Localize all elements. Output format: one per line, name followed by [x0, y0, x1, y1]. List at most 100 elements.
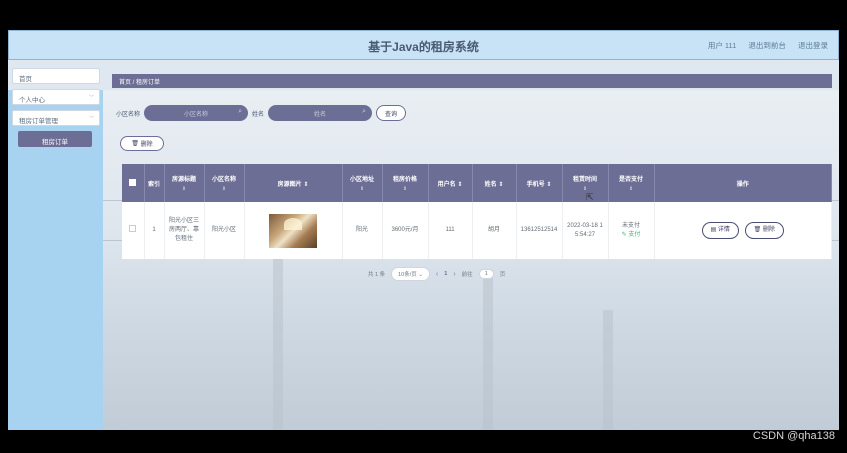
current-page[interactable]: 1	[444, 271, 447, 277]
column-label: 租赁时间	[572, 177, 597, 183]
pay-label: 支付	[628, 231, 641, 238]
column-header: 索引	[144, 164, 165, 202]
sidebar-item-order-management[interactable]: 租房订单管理 ﹀	[12, 110, 100, 126]
prev-page-button[interactable]: ‹	[436, 271, 438, 278]
community-search-input[interactable]: 小区名称 ⌕	[144, 105, 249, 121]
mouse-cursor-icon: ⇱	[586, 192, 594, 202]
sort-icon: ⇕	[628, 186, 634, 192]
paid-status: 未支付	[621, 222, 640, 229]
delete-label: 删除	[762, 227, 775, 233]
sort-icon: ⇕	[457, 181, 463, 188]
column-header[interactable]: 租房价格 ⇕	[382, 164, 429, 202]
detail-button[interactable]: ▤ 详情	[701, 222, 739, 239]
back-to-front-link[interactable]: 退出到前台	[748, 41, 786, 50]
goto-label: 前往	[461, 272, 473, 278]
community-label: 小区名称	[116, 111, 141, 118]
goto-page-input[interactable]: 1	[478, 269, 494, 279]
page-size-select[interactable]: 10条/页 ⌄	[391, 267, 430, 281]
community-cell: 阳光小区	[204, 202, 245, 259]
background-scene	[103, 90, 839, 430]
phone-cell: 13612512514	[516, 202, 563, 259]
column-label: 小区地址	[349, 177, 374, 183]
search-icon: ⌕	[238, 108, 243, 115]
price-cell: 3600元/月	[382, 202, 429, 259]
username-cell: 111	[428, 202, 473, 259]
user-menu: 用户 111 退出到前台 退出登录	[698, 40, 828, 51]
column-header[interactable]: 是否支付 ⇕	[608, 164, 655, 202]
column-header[interactable]: 房源标题 ⇕	[164, 164, 205, 202]
orders-table: 索引 房源标题 ⇕ 小区名称 ⇕ 房源图片 ⇕ 小区地址 ⇕ 租房价格 ⇕ 用户名 ⇕ …	[122, 164, 832, 259]
sidebar-item-label: 租房订单管理	[19, 118, 58, 125]
column-label: 房源标题	[171, 177, 196, 183]
column-label: 小区名称	[211, 177, 236, 183]
column-label: 姓名	[484, 181, 497, 188]
breadcrumb: 首页 / 租房订单	[112, 74, 832, 88]
house-image[interactable]	[269, 213, 317, 248]
sort-icon: ⇕	[546, 181, 552, 188]
image-cell	[244, 202, 343, 259]
column-label: 用户名	[437, 181, 456, 188]
sidebar-item-label: 首页	[19, 76, 32, 83]
watermark: CSDN @qha138	[752, 430, 835, 442]
column-header[interactable]: 手机号 ⇕	[516, 164, 563, 202]
row-checkbox[interactable]	[129, 225, 137, 232]
chevron-down-icon: ﹀	[88, 116, 94, 122]
query-button[interactable]: 查询	[376, 105, 407, 121]
sidebar-item-label: 个人中心	[19, 97, 45, 104]
bottom-bar	[0, 430, 847, 453]
column-label: 手机号	[526, 181, 545, 188]
column-header[interactable]: 小区名称 ⇕	[204, 164, 245, 202]
search-form: 小区名称 小区名称 ⌕ 姓名 姓名 ⌕ 查询	[116, 105, 407, 121]
delete-label: 删除	[140, 142, 153, 148]
batch-delete-button[interactable]: 🗑 删除	[120, 136, 164, 151]
column-header[interactable]: 姓名 ⇕	[472, 164, 517, 202]
sidebar-item-label: 租房订单	[42, 139, 68, 146]
column-label: 房源图片	[277, 181, 302, 188]
community-placeholder: 小区名称	[184, 111, 209, 118]
sort-icon: ⇕	[181, 186, 187, 192]
name-placeholder: 姓名	[314, 111, 327, 118]
search-icon: ⌕	[362, 108, 367, 115]
trash-icon: 🗑	[131, 141, 141, 147]
pagination: 共 1 条 10条/页 ⌄ ‹ 1 › 前往 1 页	[368, 267, 511, 281]
column-label: 租房价格	[392, 177, 417, 183]
column-header[interactable]: 小区地址 ⇕	[342, 164, 383, 202]
top-bar: 基于Java的租房系统 用户 111 退出到前台 退出登录	[8, 30, 839, 60]
logout-link[interactable]: 退出登录	[798, 41, 828, 50]
user-name: 用户 111	[707, 41, 737, 50]
table-row: 1 阳光小区三房两厅、靠包租住 阳光小区 阳光 3600元/月 111 胡月 1…	[122, 202, 832, 259]
total-count: 共 1 条	[368, 272, 386, 278]
query-label: 查询	[385, 111, 398, 118]
trash-icon: 🗑	[753, 227, 763, 233]
sort-icon: ⇕	[303, 181, 309, 188]
sidebar-item-rental-orders[interactable]: 租房订单	[18, 131, 92, 147]
sort-icon: ⇕	[221, 186, 227, 192]
sidebar: 首页 个人中心 ﹀ 租房订单管理 ﹀ 租房订单	[12, 68, 100, 152]
title-cell: 阳光小区三房两厅、靠包租住	[164, 202, 205, 259]
select-all-checkbox[interactable]	[129, 178, 137, 186]
sort-icon: ⇕	[498, 181, 504, 188]
select-all-header[interactable]	[122, 164, 145, 202]
app-window: 基于Java的租房系统 用户 111 退出到前台 退出登录 首页 个人中心 ﹀ 租…	[8, 30, 839, 430]
sidebar-item-home[interactable]: 首页	[12, 68, 100, 84]
paid-cell: 未支付 ✎ 支付	[608, 202, 655, 259]
row-delete-button[interactable]: 🗑 删除	[744, 222, 784, 239]
detail-label: 详情	[717, 227, 730, 233]
address-cell: 阳光	[342, 202, 383, 259]
sort-icon: ⇕	[402, 186, 408, 192]
pay-link[interactable]: ✎ 支付	[612, 231, 651, 240]
sidebar-item-profile[interactable]: 个人中心 ﹀	[12, 89, 100, 105]
column-header: 操作	[654, 164, 832, 202]
index-cell: 1	[144, 202, 165, 259]
column-header[interactable]: 房源图片 ⇕	[244, 164, 343, 202]
name-cell: 胡月	[472, 202, 517, 259]
name-search-input[interactable]: 姓名 ⌕	[268, 105, 373, 121]
column-header[interactable]: 租赁时间 ⇕	[562, 164, 609, 202]
detail-icon: ▤	[710, 227, 718, 233]
name-label: 姓名	[252, 111, 265, 118]
next-page-button[interactable]: ›	[453, 271, 455, 278]
page-suffix: 页	[499, 272, 506, 278]
sort-icon: ⇕	[582, 186, 588, 192]
row-select-cell[interactable]	[122, 202, 145, 259]
column-header[interactable]: 用户名 ⇕	[428, 164, 473, 202]
